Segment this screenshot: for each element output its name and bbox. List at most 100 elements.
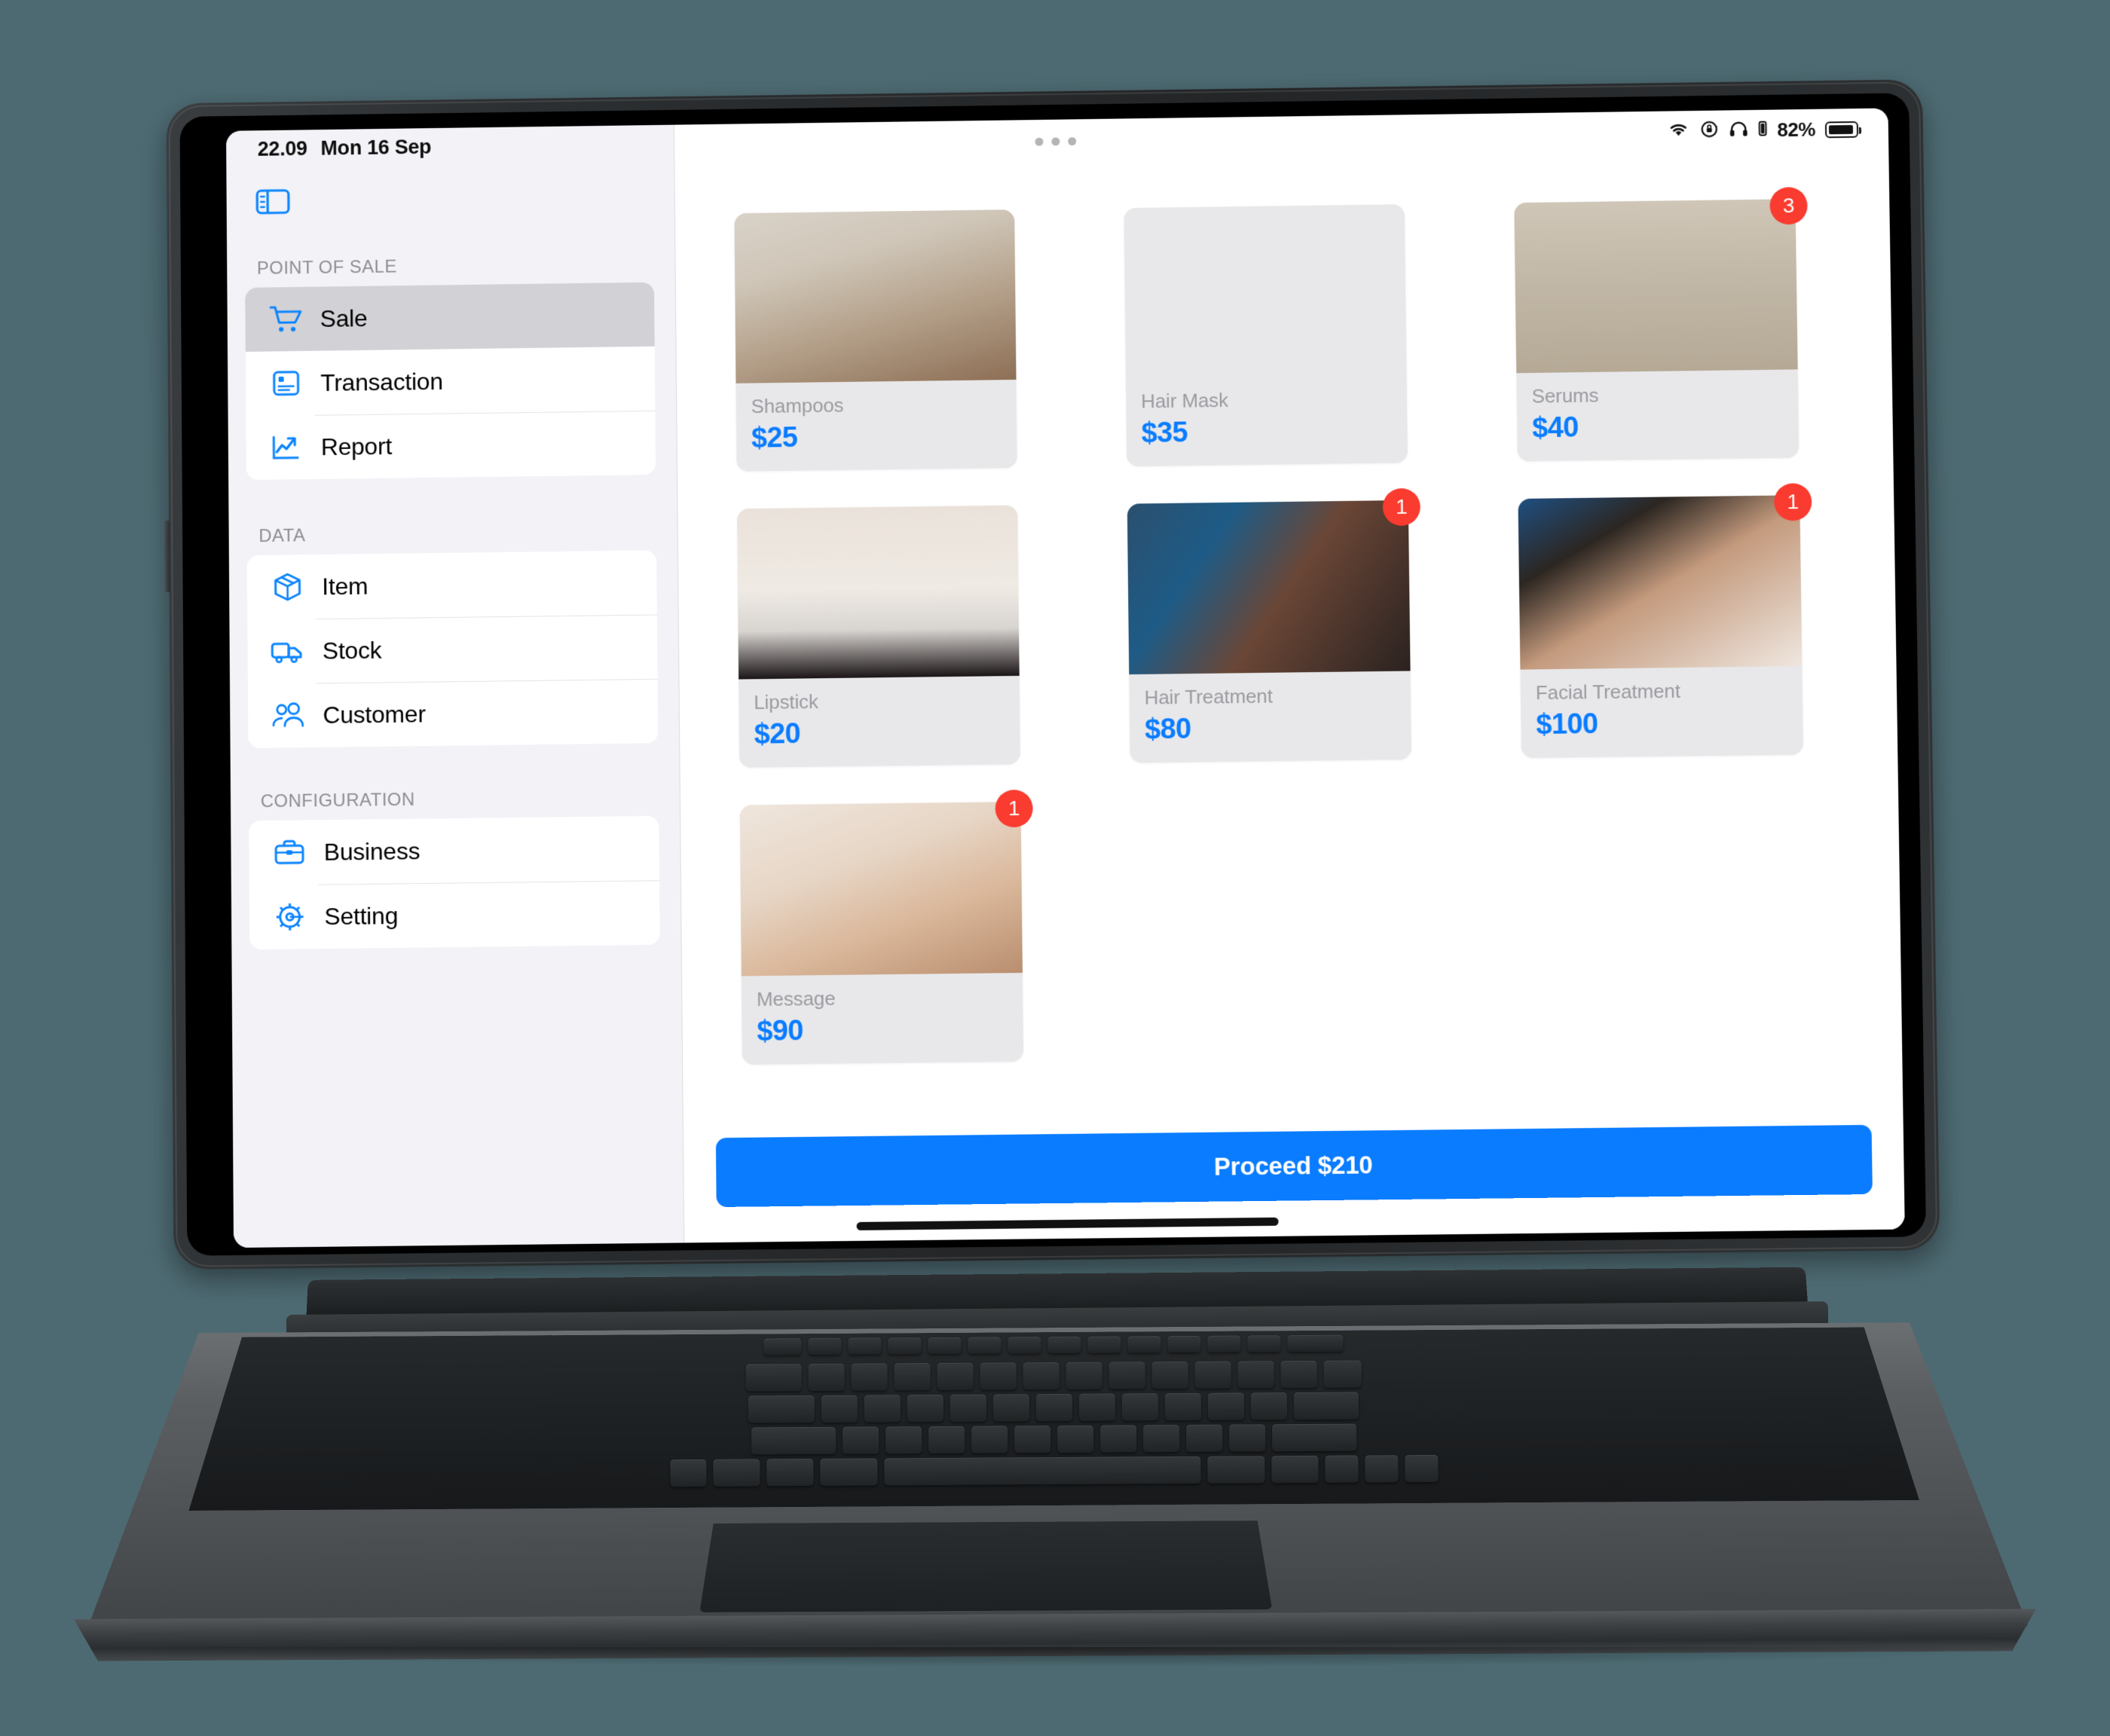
product-card[interactable]: Hair Treatment $80 1: [1127, 487, 1421, 763]
keyboard-key[interactable]: [713, 1459, 760, 1486]
keyboard-key[interactable]: [1251, 1392, 1287, 1420]
keyboard-key[interactable]: [1247, 1335, 1280, 1352]
keyboard-key[interactable]: [1207, 1456, 1264, 1483]
keyboard-key[interactable]: [1143, 1425, 1179, 1452]
keyboard-key[interactable]: [980, 1362, 1016, 1389]
keyboard-key[interactable]: [808, 1364, 844, 1391]
keyboard-key[interactable]: [748, 1395, 815, 1423]
multitask-handle[interactable]: [1035, 137, 1077, 146]
keyboard-key[interactable]: [1165, 1393, 1201, 1420]
keyboard-key[interactable]: [1405, 1455, 1438, 1482]
keyboard-key[interactable]: [1109, 1362, 1145, 1389]
keyboard-key[interactable]: [1122, 1393, 1158, 1420]
keyboard-key[interactable]: [808, 1338, 841, 1355]
keyboard-key[interactable]: [821, 1395, 858, 1423]
keyboard-key[interactable]: [884, 1456, 1200, 1486]
product-card[interactable]: Facial Treatment $100 1: [1518, 483, 1812, 759]
keyboard-key[interactable]: [1237, 1361, 1274, 1388]
product-price: $90: [757, 1015, 804, 1047]
keyboard-key[interactable]: [971, 1426, 1008, 1453]
keyboard-key[interactable]: [848, 1337, 881, 1354]
keyboard-key[interactable]: [1271, 1456, 1318, 1483]
keyboard-key[interactable]: [907, 1395, 943, 1422]
keyboard-key[interactable]: [993, 1394, 1029, 1421]
briefcase-icon: [268, 837, 310, 867]
sidebar-section-title-configuration: CONFIGURATION: [260, 789, 415, 812]
keyboard-key[interactable]: [1127, 1336, 1160, 1352]
product-card-inner: Hair Treatment $80: [1127, 500, 1412, 763]
sidebar-item-customer[interactable]: Customer: [247, 678, 659, 748]
keyboard-key[interactable]: [766, 1459, 813, 1486]
trackpad[interactable]: [699, 1521, 1273, 1612]
keyboard-key[interactable]: [1325, 1456, 1358, 1483]
sidebar-group-point-of-sale: Sale Transaction Report: [245, 282, 656, 481]
keyboard-key[interactable]: [745, 1364, 801, 1391]
keyboard-key[interactable]: [1229, 1424, 1265, 1451]
keyboard-key[interactable]: [1047, 1337, 1081, 1353]
keyboard-key[interactable]: [1167, 1336, 1200, 1352]
keyboard-key[interactable]: [950, 1395, 986, 1422]
sidebar-item-business[interactable]: Business: [249, 815, 660, 885]
keyboard-key[interactable]: [968, 1337, 1001, 1353]
sidebar-item-label: Setting: [324, 901, 399, 930]
product-price: $40: [1531, 411, 1579, 445]
product-card[interactable]: Serums $40 3: [1514, 187, 1808, 462]
sidebar-toggle-icon[interactable]: [253, 185, 292, 218]
keyboard-key[interactable]: [1036, 1394, 1072, 1421]
keyboard-key[interactable]: [851, 1363, 887, 1390]
product-name: Facial Treatment: [1535, 679, 1681, 704]
sidebar-item-transaction[interactable]: Transaction: [245, 346, 656, 416]
product-card[interactable]: Hair Mask $35: [1124, 204, 1408, 467]
keyboard-key[interactable]: [1272, 1424, 1356, 1452]
keyboard-key[interactable]: [1365, 1455, 1398, 1482]
keyboard-key[interactable]: [1079, 1393, 1115, 1420]
keyboard-key[interactable]: [1186, 1425, 1222, 1452]
proceed-button[interactable]: Proceed $210: [715, 1124, 1873, 1208]
quantity-badge: 3: [1769, 187, 1808, 225]
multitask-dot: [1035, 137, 1044, 146]
sidebar-item-stock[interactable]: Stock: [247, 614, 658, 684]
sidebar-item-setting[interactable]: Setting: [249, 880, 660, 950]
ipados-app-window: 22.09 Mon 16 Sep 82% POINT OF SALE Sale …: [226, 108, 1905, 1249]
keyboard-key[interactable]: [1057, 1426, 1093, 1453]
keyboard-key[interactable]: [1066, 1362, 1102, 1389]
product-card[interactable]: Shampoos $25: [734, 209, 1017, 472]
keyboard-key[interactable]: [937, 1363, 973, 1390]
keyboard-key[interactable]: [885, 1426, 922, 1453]
keyboard-key[interactable]: [670, 1459, 706, 1487]
keyboard-keys[interactable]: [118, 1326, 1988, 1511]
keyboard-key[interactable]: [894, 1363, 930, 1390]
keyboard-key[interactable]: [1151, 1362, 1188, 1389]
keyboard-key[interactable]: [1323, 1361, 1361, 1388]
keyboard-key[interactable]: [1287, 1335, 1343, 1352]
keyboard-key[interactable]: [1014, 1426, 1050, 1453]
product-card[interactable]: Lipstick $20: [737, 505, 1020, 768]
keyboard-key[interactable]: [1194, 1362, 1231, 1389]
keyboard-key[interactable]: [1294, 1392, 1359, 1420]
keyboard-key[interactable]: [928, 1426, 965, 1453]
keyboard-key[interactable]: [751, 1427, 836, 1455]
keyboard-key[interactable]: [928, 1337, 961, 1354]
quantity-badge: 1: [995, 789, 1033, 828]
keyboard-key[interactable]: [820, 1458, 877, 1485]
device-side-button[interactable]: [164, 520, 170, 593]
keyboard-key[interactable]: [842, 1426, 879, 1453]
keyboard-key[interactable]: [1208, 1392, 1244, 1420]
keyboard-key[interactable]: [1023, 1362, 1059, 1389]
keyboard-key[interactable]: [1207, 1335, 1240, 1352]
product-card[interactable]: Message $90 1: [739, 789, 1033, 1065]
keyboard-key[interactable]: [763, 1338, 801, 1355]
sidebar-item-report[interactable]: Report: [246, 410, 656, 481]
keyboard-key[interactable]: [1087, 1336, 1121, 1352]
product-card-inner: Lipstick $20: [737, 505, 1020, 768]
keyboard-key[interactable]: [1280, 1361, 1316, 1388]
sidebar-item-item[interactable]: Item: [246, 550, 657, 620]
product-card-inner: Serums $40: [1514, 199, 1800, 462]
keyboard-key[interactable]: [1008, 1337, 1041, 1353]
keyboard-key[interactable]: [888, 1337, 921, 1354]
keyboard-key[interactable]: [1100, 1425, 1136, 1452]
sidebar-group-configuration: Business Setting: [249, 815, 660, 950]
keyboard-key[interactable]: [864, 1395, 901, 1422]
product-card-body: Hair Treatment $80: [1129, 671, 1411, 763]
sidebar-item-sale[interactable]: Sale: [245, 282, 655, 352]
